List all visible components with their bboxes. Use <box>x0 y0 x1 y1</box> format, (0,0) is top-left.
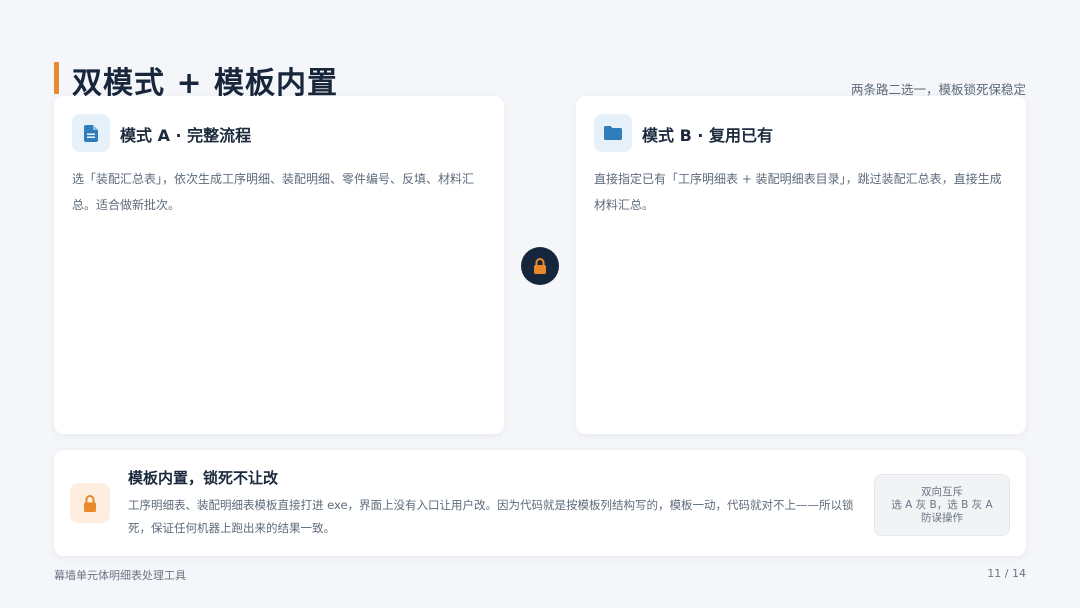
mutual-exclusion-note: 双向互斥 选 A 灰 B，选 B 灰 A 防误操作 <box>874 474 1010 536</box>
template-title: 模板内置，锁死不让改 <box>128 469 279 487</box>
page-number: 11 / 14 <box>987 567 1026 580</box>
note-line-1: 双向互斥 <box>921 485 963 498</box>
mode-a-title: 模式 A · 完整流程 <box>120 126 252 145</box>
mode-b-title: 模式 B · 复用已有 <box>642 126 773 145</box>
mode-a-card: 模式 A · 完整流程 选「装配汇总表」，依次生成工序明细、装配明细、零件编号、… <box>54 96 504 434</box>
mode-b-card: 模式 B · 复用已有 直接指定已有「工序明细表 + 装配明细表目录」，跳过装配… <box>576 96 1026 434</box>
note-line-2: 选 A 灰 B，选 B 灰 A <box>891 498 993 511</box>
note-line-3: 防误操作 <box>921 511 963 524</box>
folder-icon <box>594 114 632 152</box>
mode-b-description: 直接指定已有「工序明细表 + 装配明细表目录」，跳过装配汇总表，直接生成材料汇总… <box>594 172 1002 212</box>
title-accent-bar <box>54 62 59 94</box>
document-icon <box>72 114 110 152</box>
lock-icon <box>521 247 559 285</box>
footer-app-name: 幕墙单元体明细表处理工具 <box>54 569 186 582</box>
template-description: 工序明细表、装配明细表模板直接打进 exe，界面上没有入口让用户改。因为代码就是… <box>128 498 854 535</box>
template-card: 模板内置，锁死不让改 工序明细表、装配明细表模板直接打进 exe，界面上没有入口… <box>54 450 1026 556</box>
mode-a-description: 选「装配汇总表」，依次生成工序明细、装配明细、零件编号、反填、材料汇总。适合做新… <box>72 172 475 212</box>
lock-icon <box>70 483 110 523</box>
